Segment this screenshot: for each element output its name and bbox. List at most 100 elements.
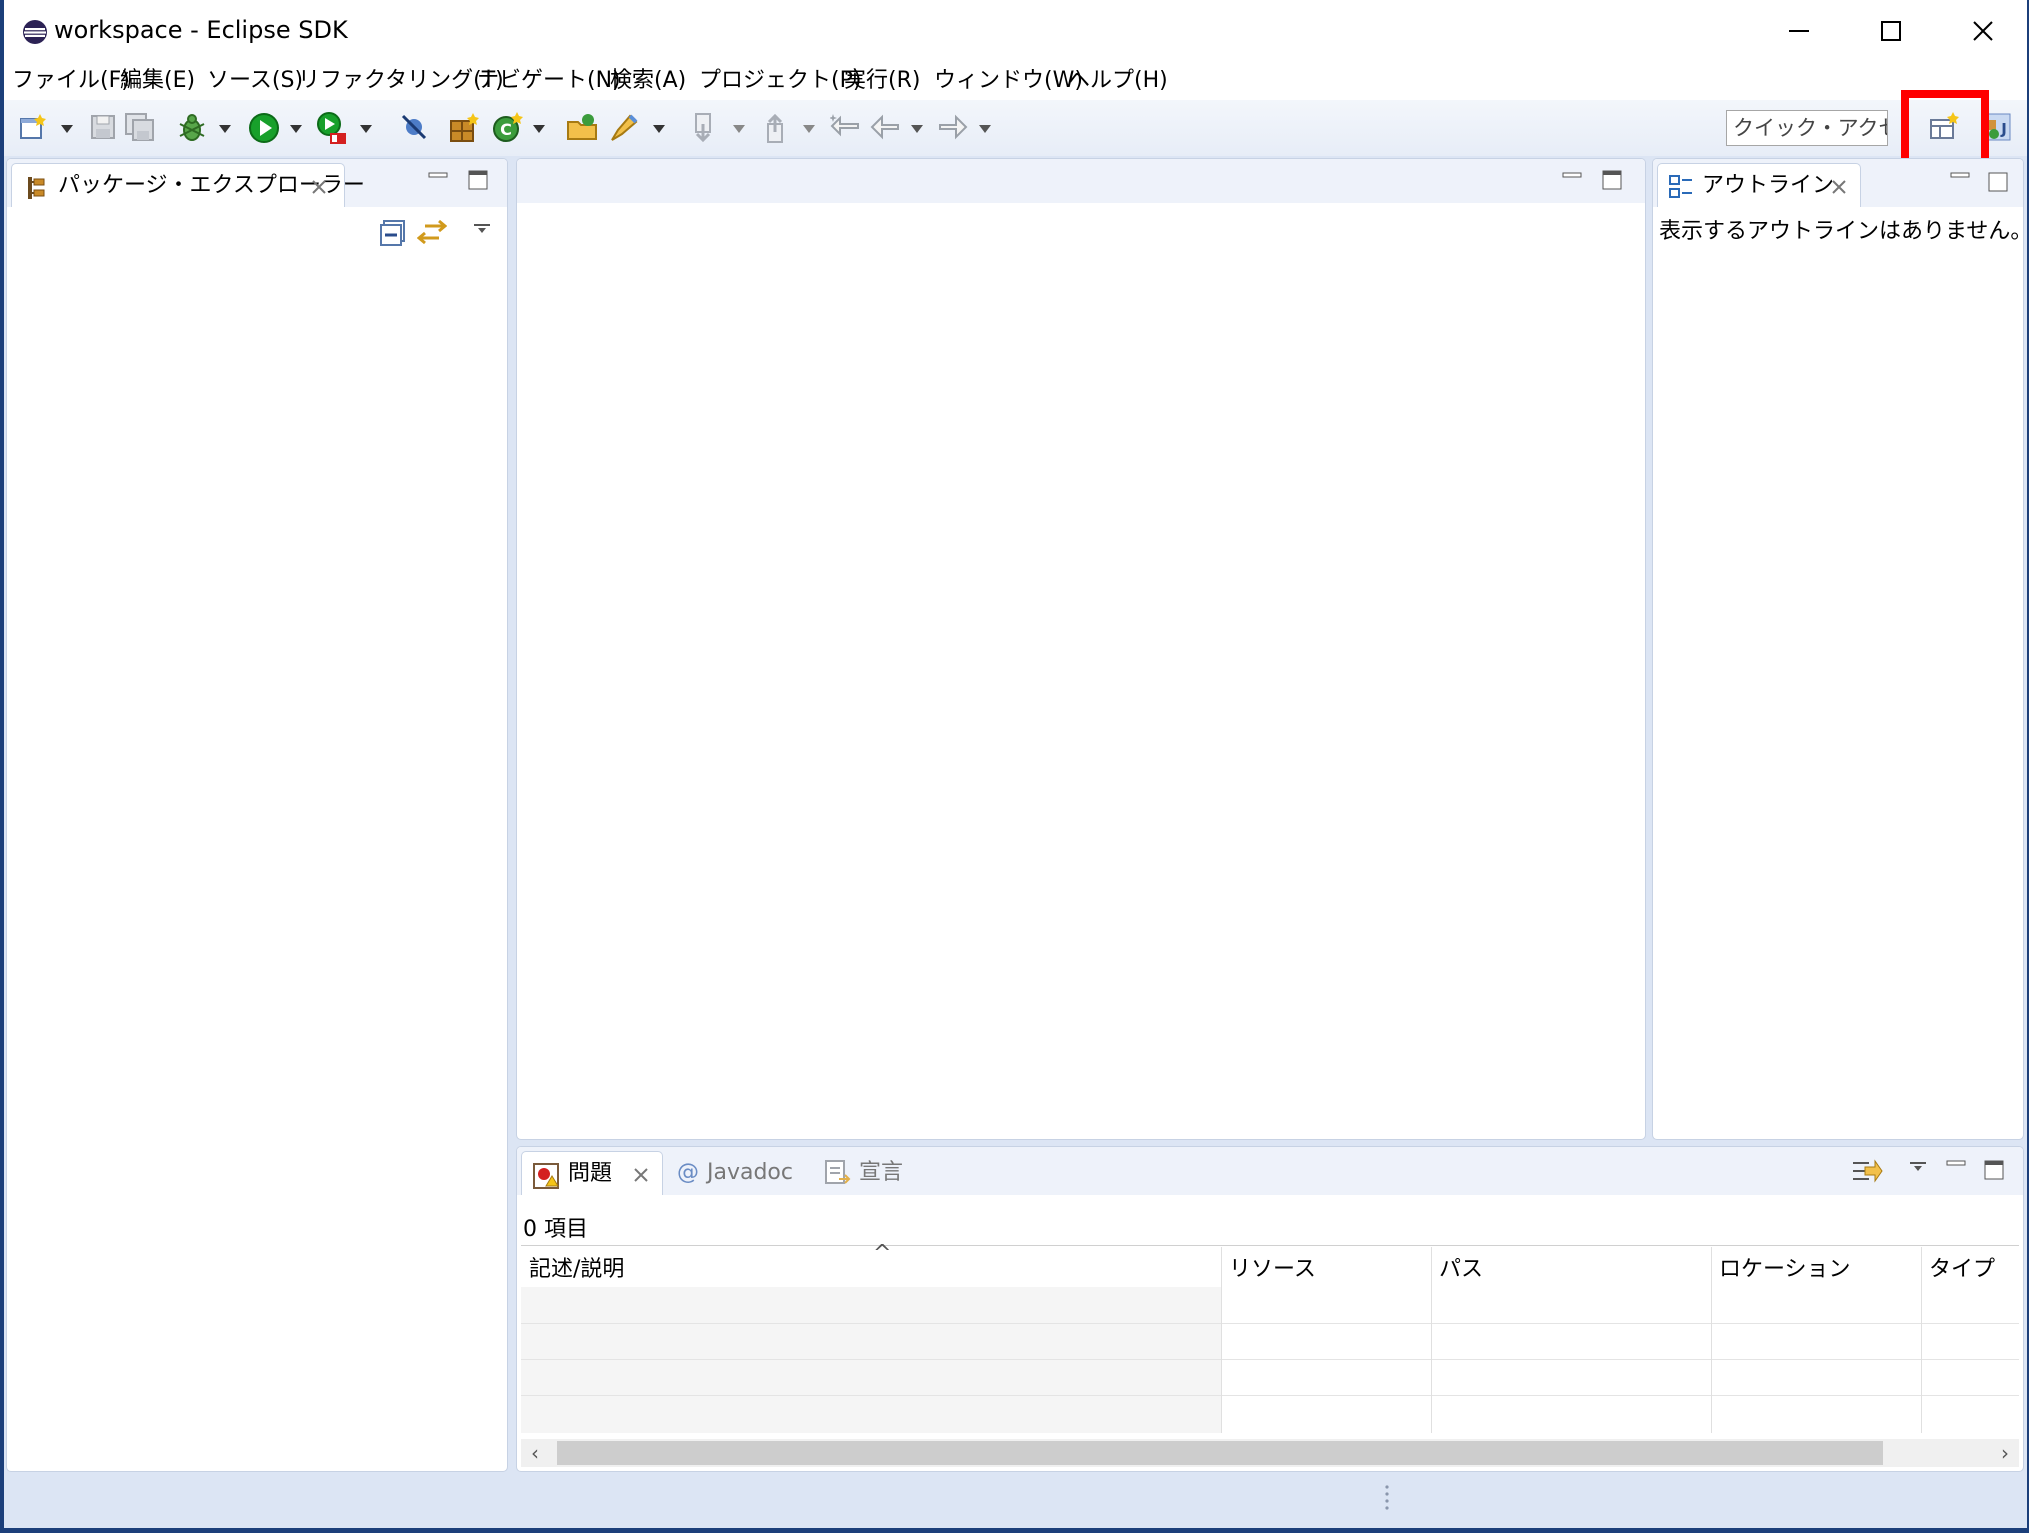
maximize-view-icon[interactable]	[1601, 169, 1623, 191]
eclipse-icon	[23, 20, 47, 44]
maximize-button[interactable]	[1845, 0, 1937, 62]
minimize-view-icon[interactable]	[1949, 169, 1971, 181]
save-icon[interactable]	[88, 112, 118, 142]
maximize-view-icon[interactable]	[467, 169, 489, 191]
run-coverage-icon[interactable]	[316, 112, 348, 146]
menu-navigate[interactable]: ナビゲート(N)	[477, 66, 621, 96]
chevron-down-icon[interactable]	[910, 124, 924, 134]
outline-icon	[1669, 175, 1692, 198]
problems-panel: 問題 @ Javadoc 宣言 0 項目 記述/説明 ^ リソース パス ロケー…	[516, 1146, 2024, 1472]
title-bar: workspace - Eclipse SDK	[4, 0, 2027, 62]
menu-project[interactable]: プロジェクト(P)	[699, 66, 861, 96]
close-icon	[1973, 21, 1993, 41]
package-explorer-header: パッケージ・エクスプローラー	[7, 159, 507, 207]
scroll-left-icon[interactable]: ‹	[531, 1441, 539, 1465]
svg-text:J: J	[2000, 120, 2007, 138]
menu-refactor[interactable]: リファクタリング(T)	[298, 66, 504, 96]
menu-window[interactable]: ウィンドウ(W)	[934, 66, 1083, 96]
minimize-view-icon[interactable]	[1945, 1157, 1967, 1169]
new-java-class-icon[interactable]: C	[492, 112, 524, 144]
chevron-down-icon[interactable]	[289, 124, 303, 134]
menu-bar: ファイル(F) 編集(E) ソース(S) リファクタリング(T) ナビゲート(N…	[4, 62, 2027, 100]
save-all-icon[interactable]	[124, 112, 156, 142]
status-bar-grip-icon[interactable]	[1384, 1484, 1390, 1512]
minimize-icon	[1789, 30, 1809, 32]
chevron-down-icon[interactable]	[652, 124, 666, 134]
table-row[interactable]	[521, 1359, 2019, 1396]
menu-search[interactable]: 検索(A)	[610, 66, 686, 96]
close-icon[interactable]	[1830, 178, 1848, 196]
problems-header: 問題 @ Javadoc 宣言	[517, 1147, 2023, 1195]
menu-source[interactable]: ソース(S)	[207, 66, 303, 96]
debug-icon[interactable]	[176, 112, 208, 144]
editor-header	[517, 159, 1645, 203]
run-icon[interactable]	[248, 112, 280, 144]
column-header-location[interactable]: ロケーション	[1719, 1255, 1851, 1285]
menu-run[interactable]: 実行(R)	[844, 66, 920, 96]
maximize-view-icon[interactable]	[1983, 1159, 2005, 1181]
scroll-right-icon[interactable]: ›	[2001, 1441, 2009, 1465]
maximize-view-icon[interactable]	[1987, 171, 2009, 193]
new-wizard-icon[interactable]	[18, 112, 48, 142]
window-title: workspace - Eclipse SDK	[54, 16, 348, 44]
menu-file[interactable]: ファイル(F)	[12, 66, 130, 96]
tab-label: アウトライン	[1702, 173, 1835, 198]
chevron-down-icon[interactable]	[732, 124, 746, 134]
column-header-type[interactable]: タイプ	[1929, 1255, 1995, 1285]
chevron-down-icon[interactable]	[218, 124, 232, 134]
open-task-icon[interactable]	[608, 112, 640, 144]
close-icon[interactable]	[310, 178, 328, 196]
column-header-resource[interactable]: リソース	[1229, 1255, 1316, 1285]
skip-breakpoints-icon[interactable]	[400, 112, 428, 142]
minimize-button[interactable]	[1753, 0, 1845, 62]
menu-help[interactable]: ヘルプ(H)	[1068, 66, 1168, 96]
table-row[interactable]	[521, 1323, 2019, 1360]
eclipse-window: workspace - Eclipse SDK ファイル(F) 編集(E) ソー…	[4, 0, 2027, 1528]
view-menu-icon[interactable]	[473, 223, 491, 235]
quick-access-field[interactable]: クイック・アクセス	[1726, 110, 1888, 146]
package-explorer-panel: パッケージ・エクスプローラー	[6, 158, 508, 1472]
svg-text:C: C	[500, 120, 512, 139]
column-header-description[interactable]: 記述/説明	[529, 1255, 624, 1285]
maximize-icon	[1881, 21, 1901, 41]
close-icon[interactable]	[632, 1166, 650, 1184]
tab-package-explorer[interactable]: パッケージ・エクスプローラー	[11, 163, 365, 207]
previous-annotation-icon[interactable]	[762, 112, 792, 144]
declaration-icon	[825, 1160, 851, 1184]
view-menu-icon[interactable]	[1909, 1161, 1927, 1173]
tab-label: 問題	[568, 1161, 613, 1186]
column-header-path[interactable]: パス	[1439, 1255, 1483, 1285]
chevron-down-icon[interactable]	[802, 124, 816, 134]
back-icon[interactable]	[870, 112, 900, 142]
tab-declaration[interactable]: 宣言	[859, 1159, 903, 1187]
horizontal-scrollbar[interactable]: ‹ ›	[521, 1439, 2019, 1467]
chevron-down-icon[interactable]	[978, 124, 992, 134]
tab-problems[interactable]: 問題	[521, 1151, 663, 1195]
collapse-all-icon[interactable]	[379, 219, 407, 247]
last-edit-location-icon[interactable]	[830, 112, 862, 142]
table-row[interactable]	[521, 1395, 2019, 1433]
table-row[interactable]	[521, 1287, 2019, 1324]
forward-icon[interactable]	[938, 112, 968, 142]
sort-indicator-icon: ^	[873, 1241, 892, 1266]
minimize-view-icon[interactable]	[427, 169, 449, 181]
new-java-package-icon[interactable]	[448, 112, 480, 144]
open-type-icon[interactable]	[566, 112, 600, 142]
outline-empty-message: 表示するアウトラインはありません。	[1659, 219, 2024, 244]
minimize-view-icon[interactable]	[1561, 169, 1583, 181]
focus-on-active-task-icon[interactable]	[1851, 1157, 1883, 1187]
link-with-editor-icon[interactable]	[417, 217, 447, 247]
package-explorer-icon	[28, 177, 45, 199]
tab-outline[interactable]: アウトライン	[1657, 163, 1861, 207]
javadoc-icon: @	[677, 1160, 699, 1185]
chevron-down-icon[interactable]	[359, 124, 373, 134]
menu-edit[interactable]: 編集(E)	[120, 66, 195, 96]
close-button[interactable]	[1937, 0, 2027, 62]
outline-header: アウトライン	[1653, 159, 2023, 207]
next-annotation-icon[interactable]	[690, 112, 720, 144]
chevron-down-icon[interactable]	[60, 124, 74, 134]
chevron-down-icon[interactable]	[532, 124, 546, 134]
tab-javadoc[interactable]: Javadoc	[707, 1159, 793, 1187]
main-toolbar: C クイック・アク J	[4, 100, 2027, 156]
scrollbar-thumb[interactable]	[557, 1441, 1883, 1465]
